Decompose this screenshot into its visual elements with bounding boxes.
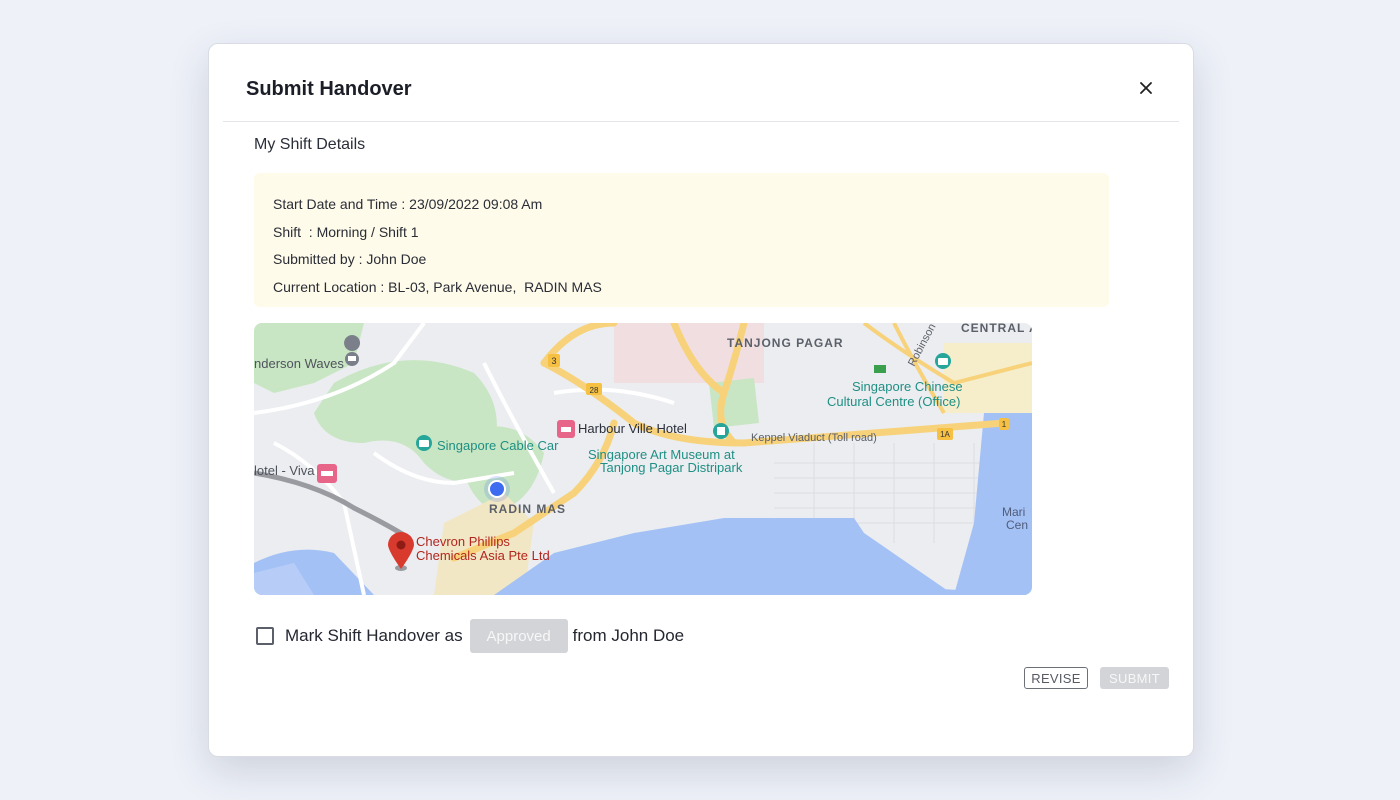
road-shield-3: 3 xyxy=(551,356,556,366)
map-label-chevron-2: Chemicals Asia Pte Ltd xyxy=(416,548,550,563)
map-label-keppel-viaduct: Keppel Viaduct (Toll road) xyxy=(751,432,877,444)
map-label-marina-1: Mari xyxy=(1002,505,1025,519)
close-icon xyxy=(1140,82,1152,94)
hotel-icon xyxy=(557,420,575,438)
approve-row: Mark Shift Handover as Approved from Joh… xyxy=(256,618,684,654)
map-label-harbour-ville: Harbour Ville Hotel xyxy=(578,421,687,436)
map-label-hotel-viva: lotel - Viva xyxy=(254,463,315,478)
submit-handover-modal: Submit Handover My Shift Details Start D… xyxy=(208,43,1194,757)
camera-icon xyxy=(935,353,951,369)
camera-icon xyxy=(416,435,432,451)
detail-start-time: Start Date and Time : 23/09/2022 09:08 A… xyxy=(273,196,543,212)
map-canvas: 3 28 1 1A CENTRAL A TANJONG PAGAR Robins… xyxy=(254,323,1032,595)
map-label-tanjong-pagar: TANJONG PAGAR xyxy=(727,336,844,350)
map-label-marina-2: Cen xyxy=(1006,518,1028,532)
detail-shift: Shift : Morning / Shift 1 xyxy=(273,223,419,240)
map-label-chinese-centre-2: Cultural Centre (Office) xyxy=(827,394,960,409)
map-label-chinese-centre-1: Singapore Chinese xyxy=(852,379,963,394)
hotel-icon xyxy=(317,464,337,483)
approve-suffix-text: from John Doe xyxy=(572,626,685,645)
map-label-cable-car: Singapore Cable Car xyxy=(437,438,559,453)
museum-icon xyxy=(713,423,729,439)
revise-button[interactable]: REVISE xyxy=(1024,667,1088,689)
detail-submitted-by: Submitted by : John Doe xyxy=(273,251,427,268)
section-title: My Shift Details xyxy=(254,136,366,153)
modal-title: Submit Handover xyxy=(246,78,412,100)
location-map[interactable]: 3 28 1 1A CENTRAL A TANJONG PAGAR Robins… xyxy=(254,323,1032,595)
map-label-central: CENTRAL A xyxy=(961,323,1032,335)
close-button[interactable] xyxy=(1135,77,1157,99)
approve-checkbox[interactable] xyxy=(256,627,274,645)
header-divider xyxy=(223,121,1179,122)
detail-current-location: Current Location : BL-03, Park Avenue, R… xyxy=(273,278,602,295)
action-buttons: REVISE SUBMIT xyxy=(1024,667,1169,689)
road-shield-28: 28 xyxy=(590,386,599,395)
approve-prefix-text: Mark Shift Handover as xyxy=(285,626,463,645)
approved-status-button[interactable]: Approved xyxy=(469,619,568,653)
submit-button[interactable]: SUBMIT xyxy=(1100,667,1169,689)
current-location-dot xyxy=(488,480,506,498)
map-label-art-museum-2: Tanjong Pagar Distripark xyxy=(600,460,743,475)
map-label-henderson-waves: nderson Waves xyxy=(254,356,344,371)
shift-details-card: Start Date and Time : 23/09/2022 09:08 A… xyxy=(254,173,1109,307)
road-shield-1a: 1A xyxy=(940,430,950,439)
map-label-radin-mas: RADIN MAS xyxy=(489,502,566,516)
road-shield-1: 1 xyxy=(1002,420,1007,429)
map-label-chevron-1: Chevron Phillips xyxy=(416,534,510,549)
